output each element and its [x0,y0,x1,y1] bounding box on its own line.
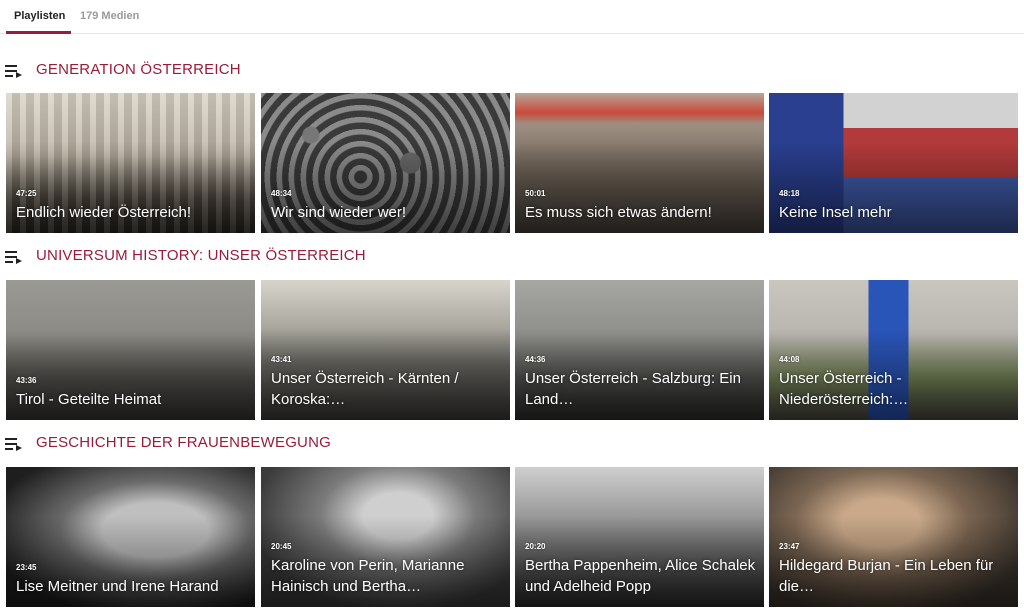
video-title: Keine Insel mehr [779,204,892,221]
video-duration: 48:34 [271,189,292,198]
playlist-icon [5,251,22,264]
video-title: Tirol - Geteilte Heimat [16,391,162,408]
video-card[interactable]: 43:36 Tirol - Geteilte Heimat [6,280,255,420]
video-duration: 20:45 [271,542,292,551]
video-card[interactable]: 20:45 Karoline von Perin, Marianne Hainis… [261,467,510,607]
video-card[interactable]: 48:18 Keine Insel mehr [769,93,1018,233]
section-title[interactable]: UNIVERSUM HISTORY: UNSER ÖSTERREICH [36,247,366,264]
video-duration: 47:25 [16,189,37,198]
video-duration: 23:45 [16,563,37,572]
section-header-universum-history: UNIVERSUM HISTORY: UNSER ÖSTERREICH [0,247,1024,269]
video-card[interactable]: 23:47 Hildegard Burjan - Ein Leben für di… [769,467,1018,607]
video-title: Es muss sich etwas ändern! [525,204,712,221]
section-header-frauenbewegung: GESCHICHTE DER FRAUENBEWEGUNG [0,434,1024,456]
video-title: Unser Österreich - Salzburg: Ein Land… [525,370,741,408]
video-duration: 43:41 [271,355,292,364]
video-card[interactable]: 50:01 Es muss sich etwas ändern! [515,93,764,233]
video-title: Hildegard Burjan - Ein Leben für die… [779,557,994,595]
video-duration: 43:36 [16,376,37,385]
video-title: Unser Österreich - Niederösterreich:… [779,370,909,408]
video-duration: 23:47 [779,542,800,551]
video-card[interactable]: 44:08 Unser Österreich - Niederösterreich… [769,280,1018,420]
playlist-icon [5,438,22,451]
video-card[interactable]: 47:25 Endlich wieder Österreich! [6,93,255,233]
video-duration: 44:08 [779,355,800,364]
video-card[interactable]: 48:34 Wir sind wieder wer! [261,93,510,233]
video-title: Endlich wieder Österreich! [16,204,192,221]
tab-bar: Playlisten 179 Medien [0,0,1024,34]
video-title: Wir sind wieder wer! [271,204,407,221]
video-duration: 50:01 [525,189,546,198]
video-title: Unser Österreich - Kärnten / Koroska:… [271,370,459,408]
playlist-icon [5,65,22,78]
video-card[interactable]: 44:36 Unser Österreich - Salzburg: Ein La… [515,280,764,420]
tab-playlisten[interactable]: Playlisten [14,10,65,22]
active-tab-indicator [6,31,71,34]
playlist-row: 43:36 Tirol - Geteilte Heimat 43:41 Unser … [6,280,1018,420]
video-card[interactable]: 20:20 Bertha Pappenheim, Alice Schalek un… [515,467,764,607]
section-title[interactable]: GENERATION ÖSTERREICH [36,61,241,78]
video-card[interactable]: 43:41 Unser Österreich - Kärnten / Korosk… [261,280,510,420]
video-title: Karoline von Perin, Marianne Hainisch un… [271,557,465,595]
video-card[interactable]: 23:45 Lise Meitner und Irene Harand [6,467,255,607]
playlist-row: 47:25 Endlich wieder Österreich! 48:34 Wir… [6,93,1018,233]
section-title[interactable]: GESCHICHTE DER FRAUENBEWEGUNG [36,434,331,451]
section-header-generation-oesterreich: GENERATION ÖSTERREICH [0,61,1024,83]
tab-medien[interactable]: 179 Medien [80,10,139,22]
video-duration: 20:20 [525,542,546,551]
video-duration: 44:36 [525,355,546,364]
video-duration: 48:18 [779,189,800,198]
video-title: Bertha Pappenheim, Alice Schalek und Ade… [525,557,756,595]
playlist-row: 23:45 Lise Meitner und Irene Harand 20:45… [6,467,1018,607]
video-title: Lise Meitner und Irene Harand [16,578,219,595]
